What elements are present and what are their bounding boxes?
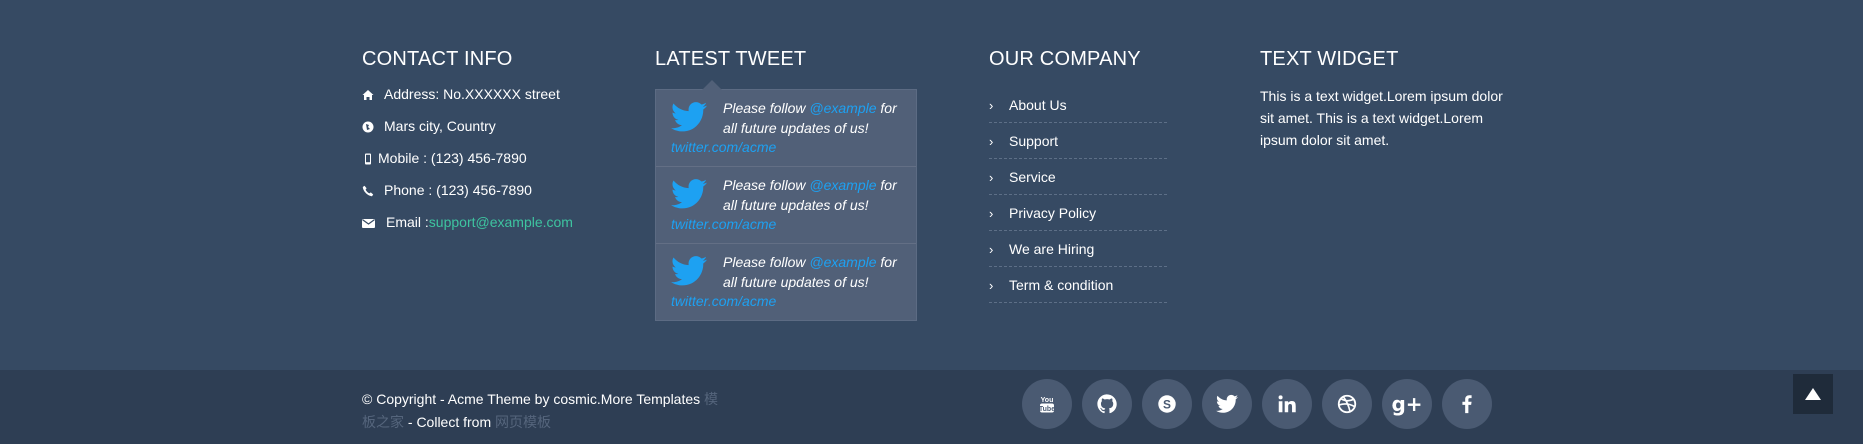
globe-icon [362,117,384,135]
text-widget: TEXT WIDGET This is a text widget.Lorem … [1260,47,1520,151]
contact-info-widget: CONTACT INFO Address: No.XXXXXX street M… [362,47,612,245]
tweet-text: Please follow @example for all future up… [723,254,897,290]
company-link-about-us[interactable]: › About Us [989,87,1167,123]
tweet-text: Please follow @example for all future up… [723,177,897,213]
contact-phone: Phone : (123) 456-7890 [362,181,612,213]
home-icon [362,85,384,103]
twitter-icon[interactable] [1202,379,1252,429]
latest-tweet-title: LATEST TWEET [655,48,807,70]
email-link[interactable]: support@example.com [429,213,573,231]
text-widget-title: TEXT WIDGET [1260,48,1399,70]
company-link-privacy-policy[interactable]: › Privacy Policy [989,195,1167,231]
tweet-item: Please follow @example for all future up… [656,90,916,167]
contact-city: Mars city, Country [362,117,612,149]
text-widget-body: This is a text widget.Lorem ipsum dolor … [1260,88,1503,148]
facebook-icon[interactable] [1442,379,1492,429]
contact-email: Email : support@example.com [362,213,612,245]
chevron-right-icon: › [989,206,994,221]
tweet-item: Please follow @example for all future up… [656,167,916,244]
chevron-right-icon: › [989,170,994,185]
company-links: › About Us › Support › Service › Privacy Pol… [989,87,1167,303]
tweet-text: Please follow @example for all future up… [723,100,897,136]
contact-mobile-text: Mobile : (123) 456-7890 [378,150,527,166]
chevron-right-icon: › [989,242,994,257]
svg-text:S: S [1163,398,1171,412]
our-company-widget: OUR COMPANY › About Us › Support › Service … [989,47,1167,303]
contact-address-text: Address: No.XXXXXX street [384,86,560,102]
company-link-service[interactable]: › Service [989,159,1167,195]
twitter-bird-icon [671,256,707,286]
copyright-text: © Copyright - Acme Theme by cosmic.More … [362,391,719,430]
chevron-right-icon: › [989,278,994,293]
collect-from-link[interactable]: 网页模板 [495,414,551,430]
tweet-mention-link[interactable]: @example [809,100,876,116]
chevron-right-icon: › [989,134,994,149]
footer-top [0,0,1863,370]
youtube-icon[interactable]: You Tube [1022,379,1072,429]
svg-text:Tube: Tube [1039,406,1055,413]
chevron-right-icon: › [989,98,994,113]
phone-icon [362,181,384,199]
contact-phone-text: Phone : (123) 456-7890 [384,182,532,198]
email-label: Email : [386,214,429,230]
contact-info-title: CONTACT INFO [362,48,513,70]
company-link-hiring[interactable]: › We are Hiring [989,231,1167,267]
twitter-bird-icon [671,179,707,209]
tweet-mention-link[interactable]: @example [809,254,876,270]
mobile-icon [362,149,378,167]
our-company-title: OUR COMPANY [989,48,1141,70]
latest-tweet-widget: LATEST TWEET Please follow @example for … [655,47,917,321]
social-links: You Tube S g+ [1022,379,1502,429]
envelope-icon [362,213,386,231]
linkedin-icon[interactable] [1262,379,1312,429]
contact-mobile: Mobile : (123) 456-7890 [362,149,612,181]
google-plus-icon[interactable]: g+ [1382,379,1432,429]
company-link-support[interactable]: › Support [989,123,1167,159]
triangle-up-icon [1805,388,1821,400]
github-icon[interactable] [1082,379,1132,429]
twitter-bird-icon [671,102,707,132]
skype-icon[interactable]: S [1142,379,1192,429]
svg-text:You: You [1041,397,1054,404]
tweet-mention-link[interactable]: @example [809,177,876,193]
tweet-source-link[interactable]: twitter.com/acme [671,138,904,156]
dribbble-icon[interactable] [1322,379,1372,429]
tweet-source-link[interactable]: twitter.com/acme [671,292,904,310]
tweet-source-link[interactable]: twitter.com/acme [671,215,904,233]
contact-list: Address: No.XXXXXX street Mars city, Cou… [362,85,612,245]
tweet-list: Please follow @example for all future up… [655,80,917,321]
company-link-terms[interactable]: › Term & condition [989,267,1167,303]
footer-bottom-bar [0,370,1863,444]
contact-address: Address: No.XXXXXX street [362,85,612,117]
back-to-top-button[interactable] [1793,374,1833,414]
contact-city-text: Mars city, Country [384,118,496,134]
tweet-item: Please follow @example for all future up… [656,244,916,320]
